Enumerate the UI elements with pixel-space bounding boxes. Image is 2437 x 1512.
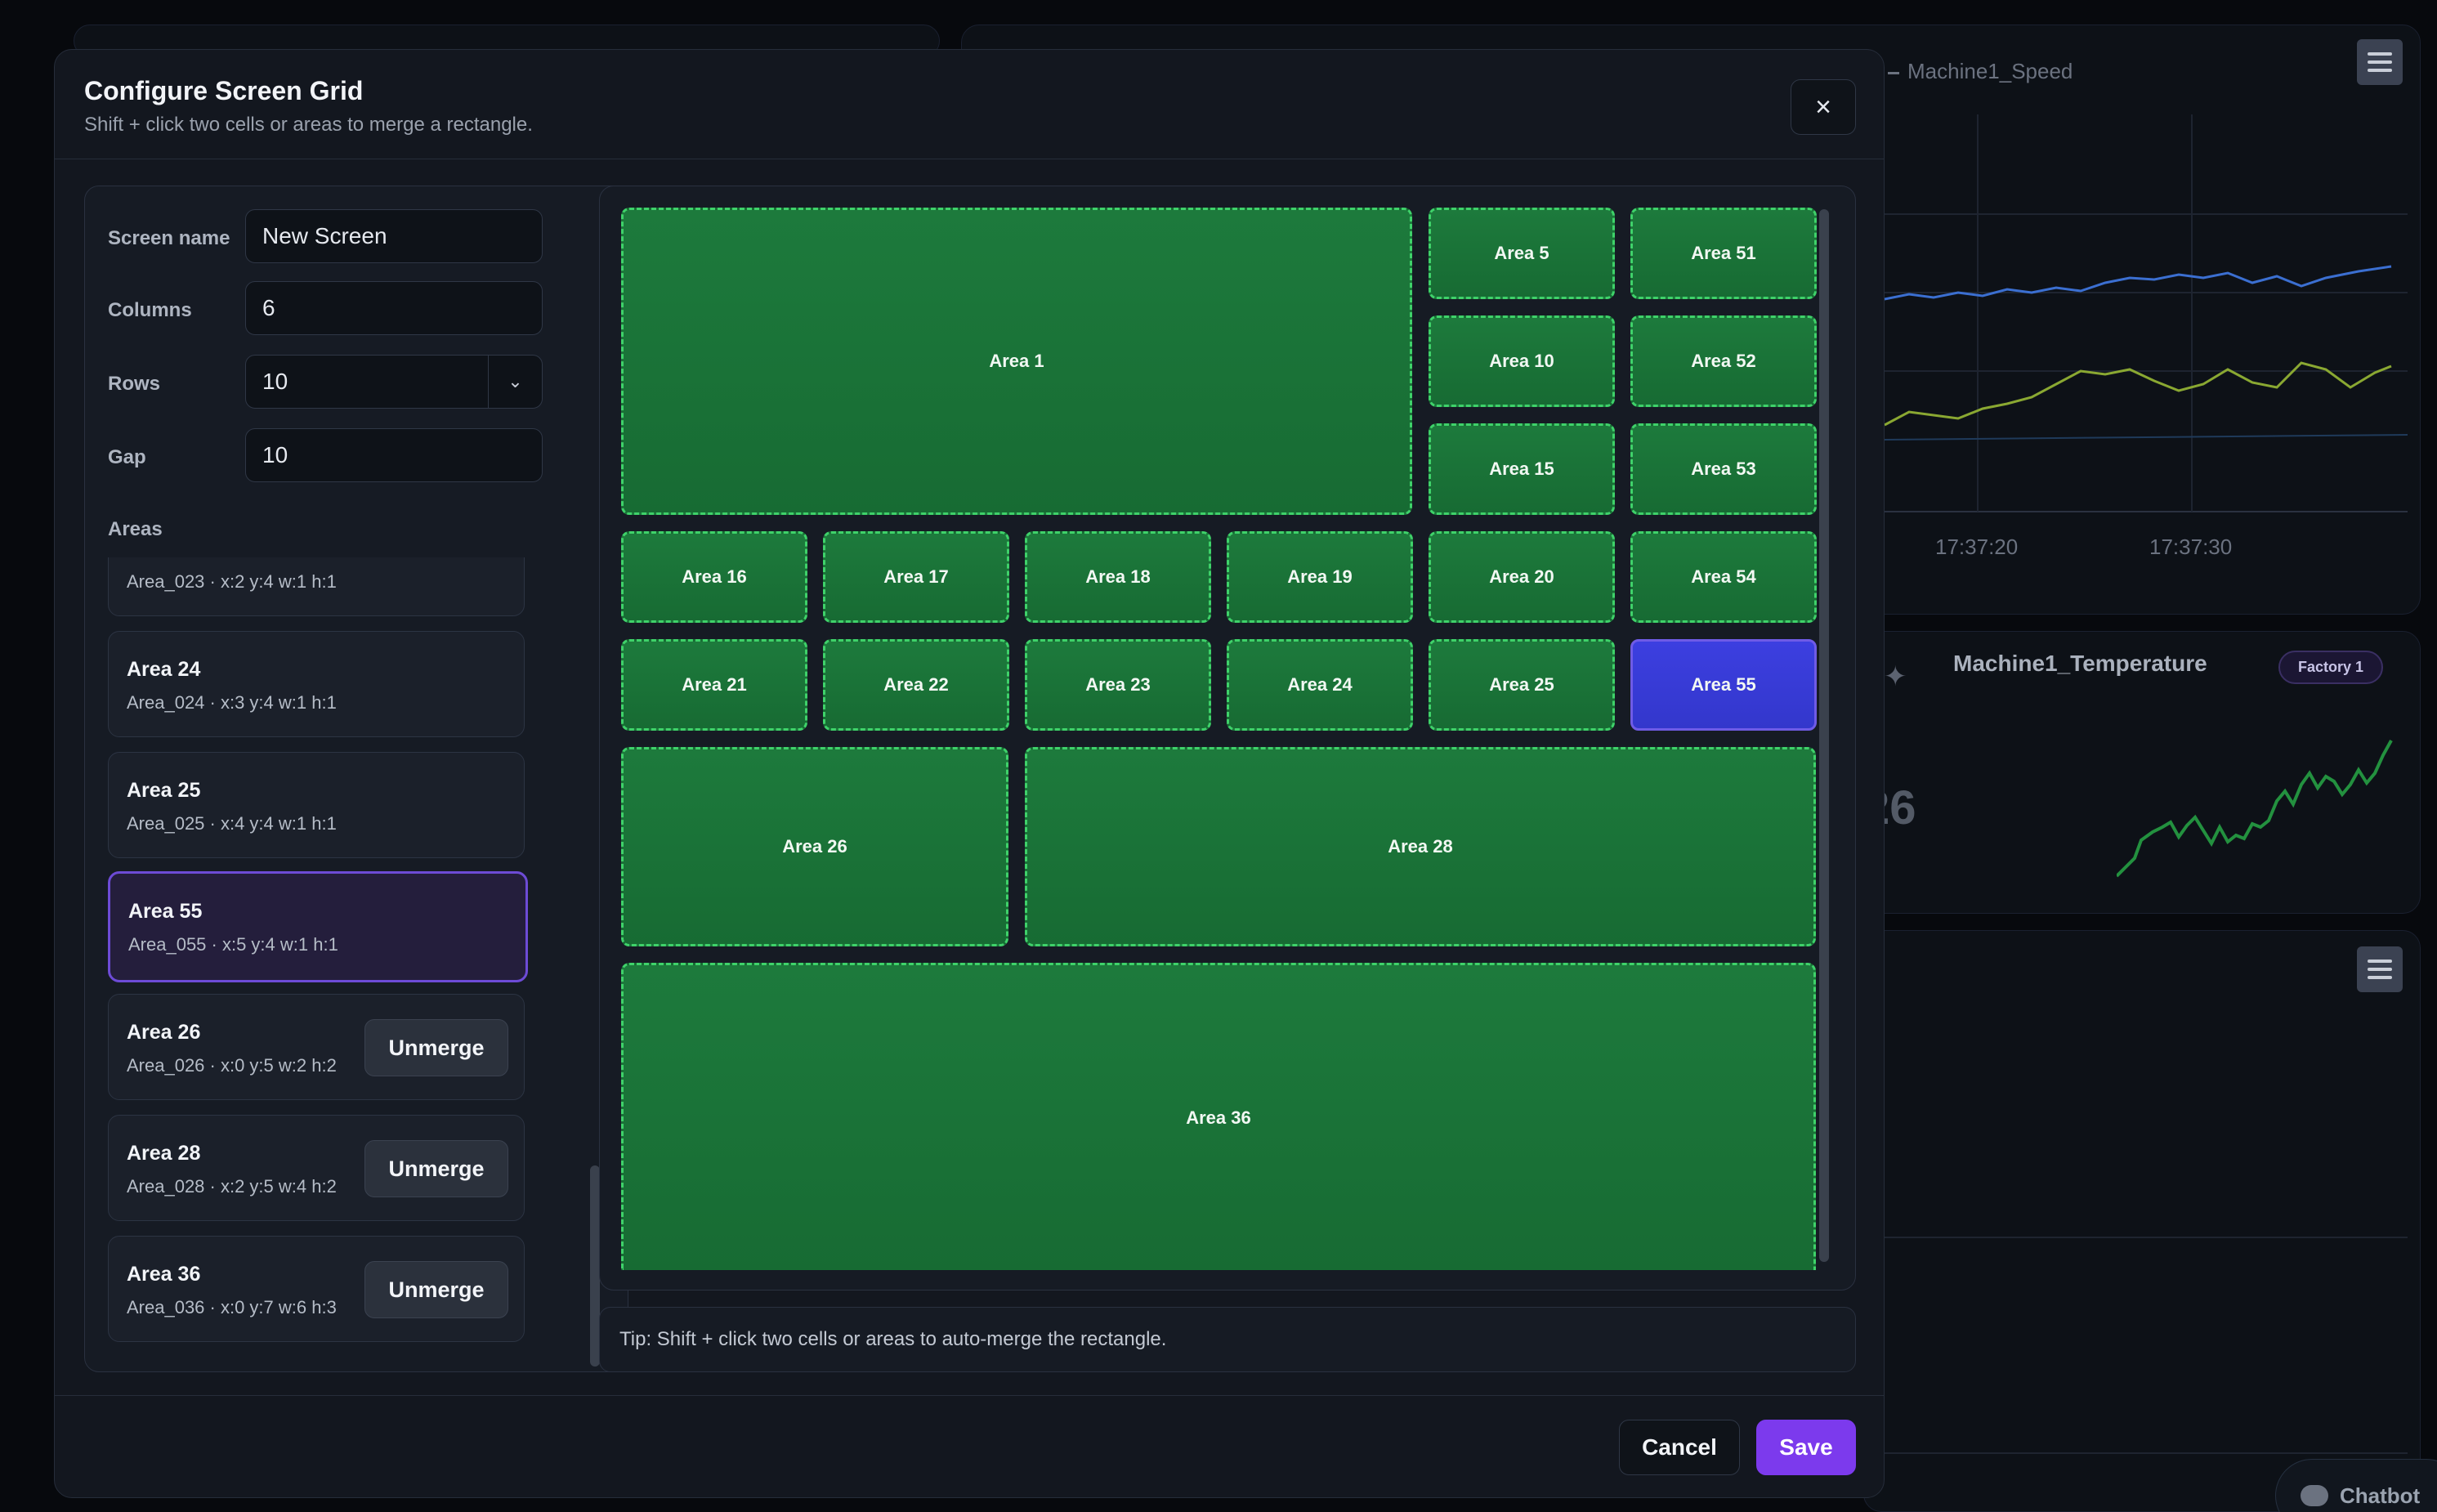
sparkle-icon: ✦: [1884, 661, 1907, 692]
bg-lower-gridlines: [1885, 1237, 2408, 1454]
bg-speed-legend: Machine1_Speed: [1888, 59, 2073, 84]
unmerge-button[interactable]: Unmerge: [364, 1261, 508, 1318]
bg-temperature-title: Machine1_Temperature: [1953, 651, 2207, 676]
bg-chart-menu-icon[interactable]: [2357, 39, 2403, 85]
gap-input[interactable]: 10: [245, 428, 543, 482]
grid-area-17[interactable]: Area 17: [823, 531, 1009, 623]
area-card-36[interactable]: Area 36 Area_036 · x:0 y:7 w:6 h:3 Unmer…: [108, 1236, 525, 1342]
rows-value: 10: [262, 369, 288, 394]
modal-header: Configure Screen Grid Shift + click two …: [55, 50, 1884, 159]
area-card-meta: Area_036 · x:0 y:7 w:6 h:3: [127, 1297, 337, 1317]
area-card-meta: Area_024 · x:3 y:4 w:1 h:1: [127, 692, 337, 713]
cancel-button[interactable]: Cancel: [1619, 1420, 1740, 1475]
columns-label: Columns: [108, 299, 192, 321]
unmerge-button[interactable]: Unmerge: [364, 1019, 508, 1076]
modal-title: Configure Screen Grid: [84, 76, 364, 105]
grid-area-10[interactable]: Area 10: [1429, 315, 1615, 407]
grid-area-28[interactable]: Area 28: [1025, 747, 1816, 946]
area-card-55[interactable]: Area 55 Area_055 · x:5 y:4 w:1 h:1: [108, 871, 528, 982]
grid-area-21[interactable]: Area 21: [621, 639, 807, 731]
area-card-name: Area 36: [127, 1263, 201, 1286]
area-card-24[interactable]: Area 24 Area_024 · x:3 y:4 w:1 h:1: [108, 631, 525, 737]
area-card-meta: Area_028 · x:2 y:5 w:4 h:2: [127, 1176, 337, 1197]
area-card-meta: Area_025 · x:4 y:4 w:1 h:1: [127, 813, 337, 834]
chevron-down-icon: ⌄: [488, 356, 542, 408]
tip-bar: Tip: Shift + click two cells or areas to…: [599, 1307, 1856, 1372]
area-card-meta: Area_055 · x:5 y:4 w:1 h:1: [128, 934, 338, 955]
chatbot-button[interactable]: Chatbot: [2275, 1459, 2437, 1512]
areas-list[interactable]: Area_023 · x:2 y:4 w:1 h:1 Area 24 Area_…: [108, 557, 533, 1352]
area-card-name: Area 24: [127, 658, 201, 681]
bg-tick-2: 17:37:30: [2149, 535, 2233, 559]
grid-area-5[interactable]: Area 5: [1429, 208, 1615, 299]
columns-input[interactable]: 6: [245, 281, 543, 335]
grid-area-19[interactable]: Area 19: [1227, 531, 1413, 623]
area-card-meta: Area_026 · x:0 y:5 w:2 h:2: [127, 1055, 337, 1076]
gap-value: 10: [262, 442, 288, 467]
grid-area-22[interactable]: Area 22: [823, 639, 1009, 731]
save-button[interactable]: Save: [1756, 1420, 1856, 1475]
chat-bubble-icon: [2301, 1485, 2328, 1506]
settings-panel: Screen name New Screen Columns 6 Rows 10…: [84, 186, 628, 1372]
area-card-name: Area 25: [127, 779, 201, 802]
grid-area-55[interactable]: Area 55: [1630, 639, 1817, 731]
grid-preview-panel: Area 1 Area 5 Area 51 Area 10 Area 52 Ar…: [599, 186, 1856, 1291]
area-card-23[interactable]: Area_023 · x:2 y:4 w:1 h:1: [108, 557, 525, 616]
columns-value: 6: [262, 295, 275, 320]
area-card-25[interactable]: Area 25 Area_025 · x:4 y:4 w:1 h:1: [108, 752, 525, 858]
tip-text: Tip: Shift + click two cells or areas to…: [619, 1328, 1167, 1350]
screen-name-input[interactable]: New Screen: [245, 209, 543, 263]
grid-area-53[interactable]: Area 53: [1630, 423, 1817, 515]
area-card-26[interactable]: Area 26 Area_026 · x:0 y:5 w:2 h:2 Unmer…: [108, 994, 525, 1100]
close-icon: ×: [1815, 91, 1831, 123]
grid-area-24[interactable]: Area 24: [1227, 639, 1413, 731]
area-card-name: Area 55: [128, 900, 203, 923]
grid-area-54[interactable]: Area 54: [1630, 531, 1817, 623]
chatbot-label: Chatbot: [2340, 1483, 2421, 1508]
gap-label: Gap: [108, 446, 146, 468]
grid-area-18[interactable]: Area 18: [1025, 531, 1211, 623]
configure-grid-modal: Configure Screen Grid Shift + click two …: [54, 49, 1885, 1498]
rows-select[interactable]: 10 ⌄: [245, 355, 543, 409]
close-button[interactable]: ×: [1791, 79, 1856, 135]
grid-scrollbar[interactable]: [1819, 209, 1829, 1262]
area-card-meta: Area_023 · x:2 y:4 w:1 h:1: [127, 571, 337, 592]
grid-area-26[interactable]: Area 26: [621, 747, 1008, 946]
grid-area-52[interactable]: Area 52: [1630, 315, 1817, 407]
grid-area-15[interactable]: Area 15: [1429, 423, 1615, 515]
rows-label: Rows: [108, 373, 161, 395]
bg-lower-menu-icon[interactable]: [2357, 946, 2403, 992]
grid-area-51[interactable]: Area 51: [1630, 208, 1817, 299]
screen-name-label: Screen name: [108, 227, 230, 249]
area-card-name: Area 26: [127, 1021, 201, 1044]
unmerge-button[interactable]: Unmerge: [364, 1140, 508, 1197]
grid-area-16[interactable]: Area 16: [621, 531, 807, 623]
area-card-28[interactable]: Area 28 Area_028 · x:2 y:5 w:4 h:2 Unmer…: [108, 1115, 525, 1221]
area-card-name: Area 28: [127, 1142, 201, 1165]
grid-area-20[interactable]: Area 20: [1429, 531, 1615, 623]
bg-tick-1: 17:37:20: [1935, 535, 2019, 559]
modal-subtitle: Shift + click two cells or areas to merg…: [84, 114, 533, 136]
grid-area-23[interactable]: Area 23: [1025, 639, 1211, 731]
bg-speed-chart: [1885, 114, 2408, 512]
areas-label: Areas: [108, 518, 163, 540]
modal-footer-divider: [55, 1395, 1884, 1396]
grid-area-1[interactable]: Area 1: [621, 208, 1412, 515]
bg-factory-badge: Factory 1: [2278, 651, 2384, 684]
grid-area-25[interactable]: Area 25: [1429, 639, 1615, 731]
screen-name-value: New Screen: [262, 223, 387, 248]
bg-temperature-sparkline: [2117, 740, 2393, 878]
grid-area-36[interactable]: Area 36: [621, 963, 1816, 1270]
